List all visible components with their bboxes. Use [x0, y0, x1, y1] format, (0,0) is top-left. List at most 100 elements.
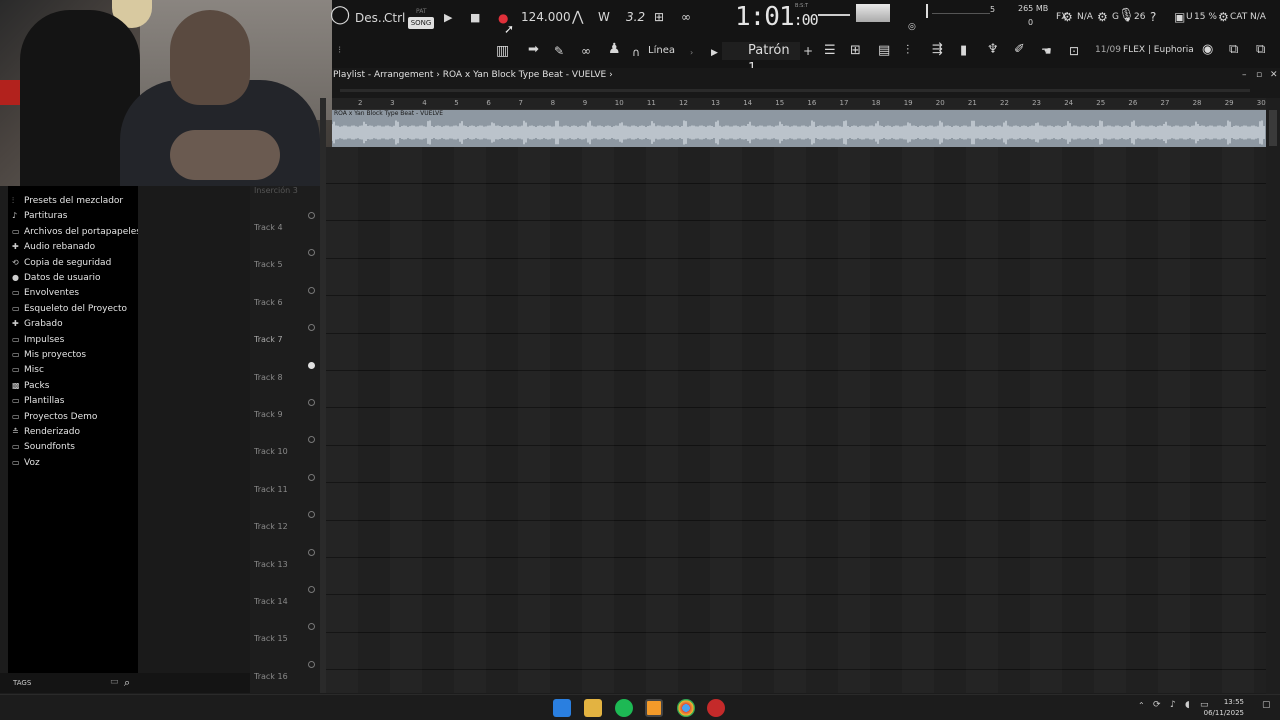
minimize-icon[interactable]: –: [1242, 70, 1247, 80]
browser-item[interactable]: ▭ Soundfonts: [12, 442, 75, 452]
browser-item[interactable]: ✚ Grabado: [12, 319, 63, 329]
close-icon[interactable]: ✕: [1270, 70, 1278, 80]
track-label[interactable]: Track 6: [254, 298, 283, 307]
track-mute-led[interactable]: [308, 548, 315, 556]
windows-start-icon[interactable]: [553, 699, 571, 717]
microphone-icon[interactable]: 🎙: [1118, 9, 1135, 23]
track-label[interactable]: Track 12: [254, 522, 288, 531]
track-mute-led[interactable]: [308, 511, 315, 519]
track-mute-led[interactable]: [308, 660, 315, 668]
browser-item[interactable]: ✚ Audio rebanado: [12, 242, 95, 252]
stop-icon[interactable]: ■: [470, 11, 480, 25]
pitch-knob-icon[interactable]: ◎: [908, 20, 916, 34]
channel-rack-icon[interactable]: ⊞: [850, 44, 861, 58]
track-mute-led[interactable]: [308, 586, 315, 593]
horizontal-scrollbar[interactable]: [340, 89, 1250, 92]
browser-item[interactable]: ▭ Voz: [12, 458, 40, 468]
sync-icon[interactable]: ⟳: [1153, 700, 1161, 710]
folder-small-icon[interactable]: ▭: [110, 677, 119, 687]
wait-input-icon[interactable]: W: [598, 10, 610, 24]
step-sequencer-icon[interactable]: ▤: [878, 44, 890, 58]
menu-des[interactable]: Des..: [355, 11, 386, 25]
stamp-icon[interactable]: ♟: [608, 42, 621, 56]
browser-item[interactable]: ▭ Plantillas: [12, 396, 64, 406]
browser-item[interactable]: ▩ Packs: [12, 381, 49, 391]
track-label[interactable]: Track 4: [254, 223, 283, 232]
copy-icon[interactable]: ⧉: [1256, 43, 1265, 57]
track-label[interactable]: Track 11: [254, 485, 288, 494]
track-label[interactable]: Track 14: [254, 597, 288, 606]
menu-ctrl[interactable]: Ctrl: [384, 11, 405, 25]
fl-studio-icon[interactable]: [645, 699, 663, 717]
news-text[interactable]: FLEX | Euphoria: [1123, 45, 1194, 55]
cart-icon[interactable]: ⊡: [1069, 44, 1079, 58]
browser-item[interactable]: ▭ Misc: [12, 365, 44, 375]
browser-item[interactable]: ⟲ Copia de seguridad: [12, 258, 111, 268]
track-label[interactable]: Track 5: [254, 260, 283, 269]
track-label[interactable]: Track 16: [254, 672, 288, 681]
pattern-play-icon[interactable]: ▶: [711, 46, 718, 60]
pencil-icon[interactable]: ✎: [554, 44, 564, 58]
pat-song-toggle[interactable]: PAT SONG: [408, 6, 436, 30]
add-pattern-button[interactable]: +: [803, 44, 813, 58]
mic-tray-icon[interactable]: ♪: [1170, 700, 1176, 710]
browser-item[interactable]: ▭ Proyectos Demo: [12, 412, 97, 422]
audio-clip[interactable]: ROA x Yan Block Type Beat - VUELVE: [332, 110, 1266, 147]
track-label[interactable]: Track 9: [254, 410, 283, 419]
file-icon[interactable]: ▮: [960, 44, 967, 58]
circle-menu-icon[interactable]: ◯: [330, 6, 350, 24]
track-mute-led[interactable]: [308, 249, 315, 257]
precount-display[interactable]: 3.2: [626, 10, 645, 24]
arrow-right-icon[interactable]: ➡: [528, 43, 539, 57]
play-icon[interactable]: ▶: [444, 11, 452, 25]
maximize-icon[interactable]: ▫: [1256, 70, 1262, 80]
track-mute-led[interactable]: [308, 212, 315, 219]
track-mute-led[interactable]: [308, 623, 315, 631]
track-mute-led[interactable]: [308, 324, 315, 332]
link-icon[interactable]: ∞: [581, 44, 591, 58]
volume-icon[interactable]: ◖: [1185, 700, 1190, 710]
recorder-icon[interactable]: [707, 699, 725, 717]
browser-item[interactable]: ⫶ Presets del mezclador: [12, 196, 123, 206]
browser-item[interactable]: ▭ Archivos del portapapeles: [12, 227, 141, 237]
playlist-icon[interactable]: ☰: [824, 44, 836, 58]
piano-keyboard-icon[interactable]: ▥: [496, 44, 509, 58]
pattern-selector[interactable]: Patrón 1: [722, 42, 800, 76]
loop-record-icon[interactable]: ∞: [681, 10, 691, 24]
routing-icon[interactable]: ⇶: [932, 43, 943, 57]
globe-icon[interactable]: ◉: [1202, 43, 1213, 57]
track-label[interactable]: Track 7: [254, 335, 283, 344]
browser-item[interactable]: ● Datos de usuario: [12, 273, 100, 283]
mixer-icon[interactable]: ⫶: [906, 44, 909, 58]
notification-icon[interactable]: ▢: [1262, 700, 1271, 710]
track-mute-led[interactable]: [308, 286, 315, 294]
save-icon[interactable]: ▣: [1174, 10, 1185, 24]
timeline-ruler[interactable]: 2 3 4 5 6 7 8 9 10 11 12 13 14 15 16 17 18 19 20 21 22 23 24 25…: [332, 98, 1268, 110]
scrollbar-thumb[interactable]: [1269, 110, 1277, 146]
track-mute-led[interactable]: [308, 436, 315, 444]
brush-icon[interactable]: ✐: [1014, 43, 1025, 57]
metronome-icon[interactable]: ⋀: [572, 10, 583, 24]
search-icon[interactable]: ⌕: [124, 676, 130, 690]
tray-chevron-icon[interactable]: ⌃: [1138, 701, 1145, 710]
browser-item[interactable]: ▭ Esqueleto del Proyecto: [12, 304, 127, 314]
master-volume-slider[interactable]: [818, 14, 850, 16]
browser-item[interactable]: ▭ Mis proyectos: [12, 350, 86, 360]
blend-notes-icon[interactable]: ⊞: [654, 10, 664, 24]
track-label[interactable]: Track 13: [254, 560, 288, 569]
magnet-icon[interactable]: ∩: [632, 46, 640, 60]
tempo-display[interactable]: 124.000: [521, 10, 571, 24]
gear-icon[interactable]: ⚙: [1097, 10, 1108, 24]
settings-icon[interactable]: ⚙: [1218, 10, 1229, 24]
chrome-icon[interactable]: [677, 699, 695, 717]
playlist-grid[interactable]: [326, 147, 1266, 708]
browser-item[interactable]: ≛ Renderizado: [12, 427, 80, 437]
track-mute-led[interactable]: [308, 399, 315, 406]
plug-icon[interactable]: ♆: [987, 43, 999, 57]
track-label[interactable]: Track 8: [254, 373, 283, 382]
browser-item[interactable]: ♪ Partituras: [12, 211, 67, 221]
hand-icon[interactable]: ☚: [1041, 44, 1052, 58]
track-mute-led[interactable]: [308, 361, 315, 369]
system-clock[interactable]: 13:55 06/11/2025: [1204, 697, 1244, 719]
file-explorer-icon[interactable]: [584, 699, 602, 717]
